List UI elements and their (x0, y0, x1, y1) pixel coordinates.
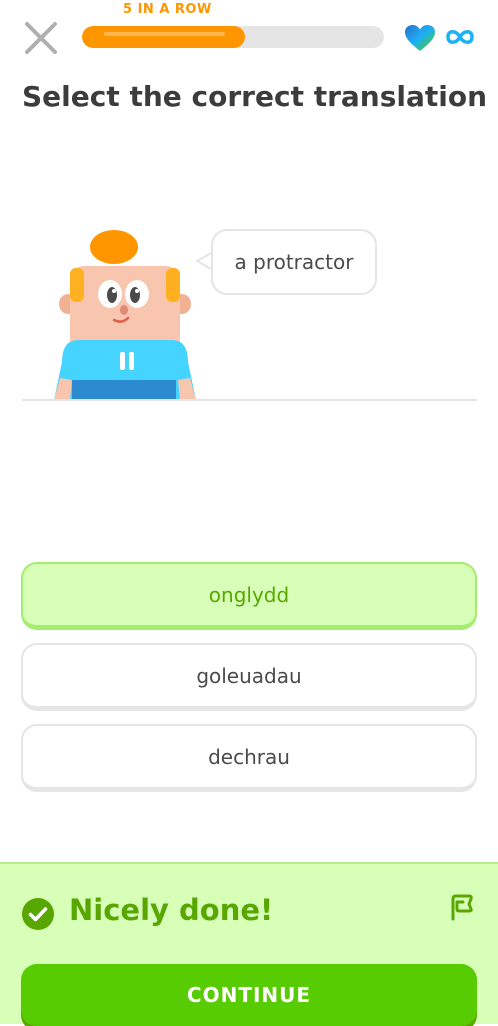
feedback-message: Nicely done! (69, 893, 274, 927)
answer-option-2[interactable]: goleuadau (21, 643, 477, 711)
character-illustration (54, 230, 196, 400)
close-icon (25, 22, 57, 54)
answer-option-3[interactable]: dechrau (21, 724, 477, 792)
close-button[interactable] (22, 19, 60, 57)
check-circle-icon (22, 898, 54, 930)
answer-option-label: goleuadau (196, 663, 302, 688)
progress-fill (82, 26, 246, 48)
infinity-icon (446, 30, 474, 44)
speech-bubble: a protractor (211, 229, 377, 295)
answer-option-label: onglydd (208, 582, 290, 607)
report-flag-icon[interactable] (449, 893, 475, 921)
progress-bar (82, 26, 384, 48)
prompt-text: a protractor (234, 250, 354, 274)
streak-label: 5 IN A ROW (123, 2, 212, 17)
challenge-title: Select the correct translation (22, 80, 488, 113)
answer-option-1[interactable]: onglydd (21, 562, 477, 630)
continue-button-label: CONTINUE (186, 983, 312, 1007)
divider (22, 399, 477, 401)
continue-button[interactable]: CONTINUE (21, 964, 477, 1026)
progress-shine (104, 32, 225, 36)
answer-option-label: dechrau (208, 744, 290, 769)
heart-icon (405, 25, 435, 51)
